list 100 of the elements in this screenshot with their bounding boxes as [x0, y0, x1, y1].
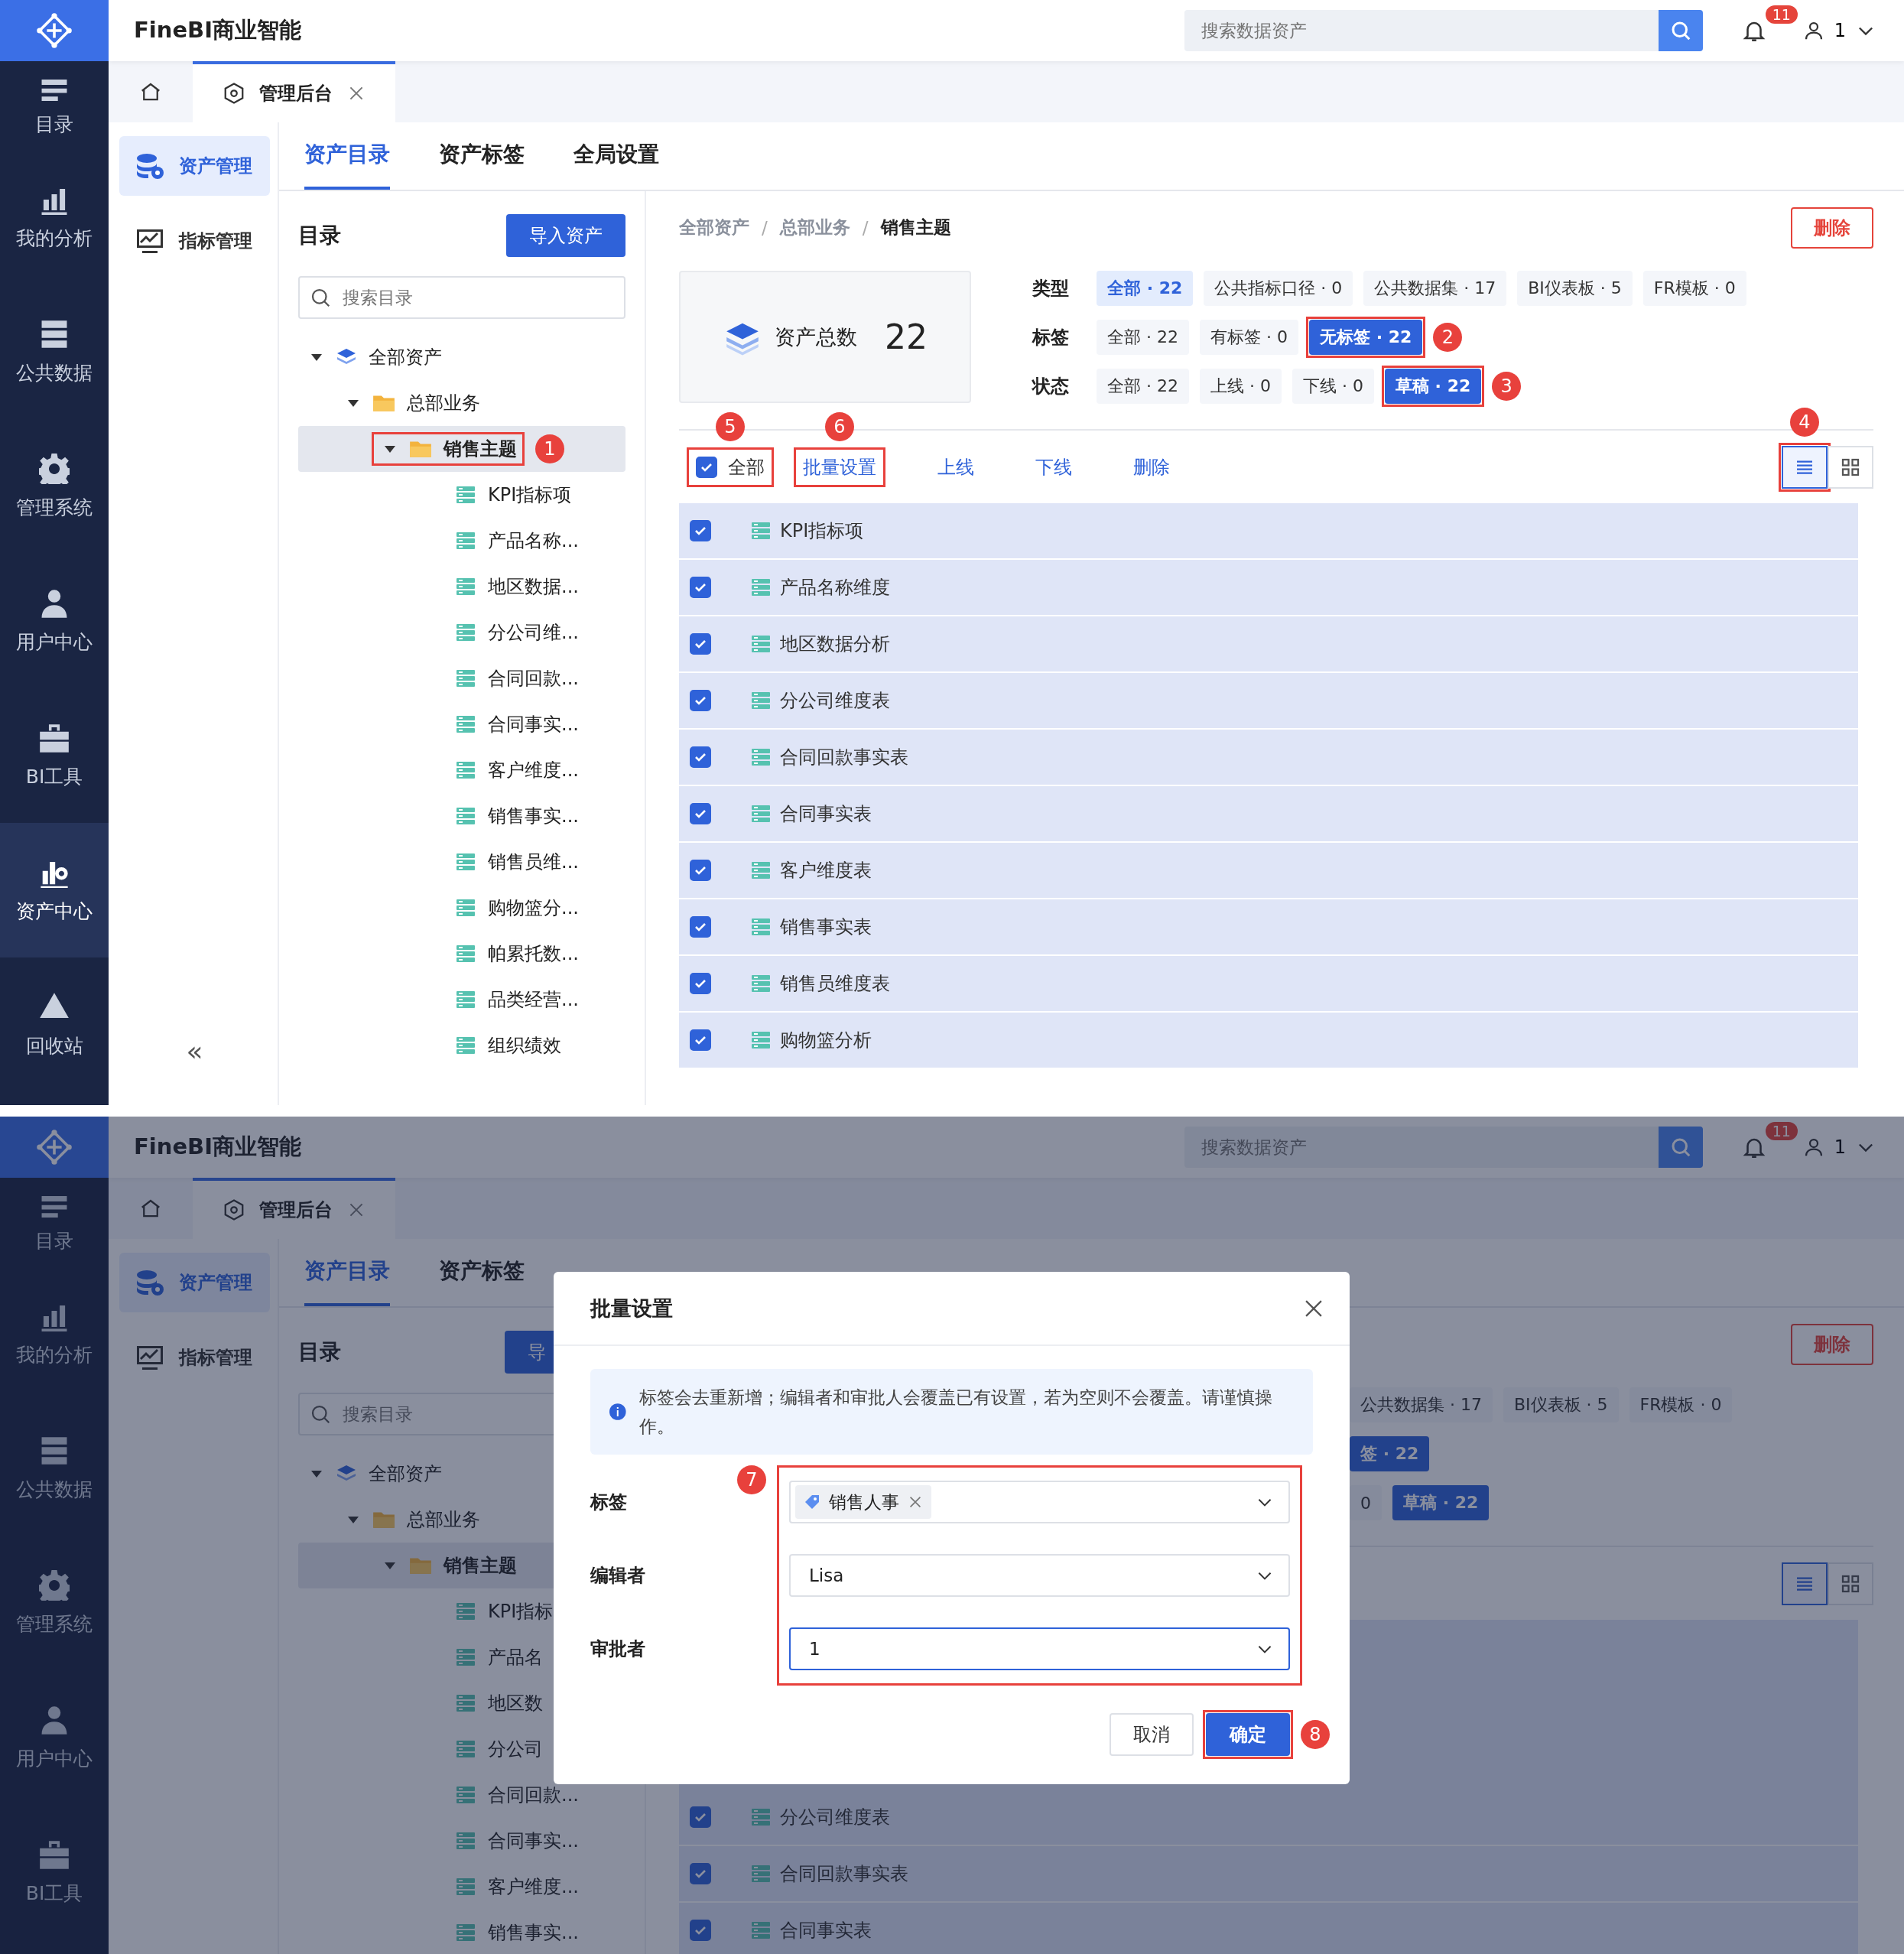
- filter-chip[interactable]: 全部 · 22: [1097, 271, 1194, 306]
- tree-item[interactable]: 品类经营...: [298, 977, 625, 1023]
- select-all-checkbox[interactable]: 全部: [690, 450, 771, 484]
- tree-item[interactable]: 产品名称...: [298, 518, 625, 564]
- page-tab[interactable]: 管理后台: [193, 61, 395, 122]
- checkbox[interactable]: [690, 690, 711, 711]
- list-view-button[interactable]: [1782, 1562, 1828, 1605]
- asset-row[interactable]: 合同事实表: [679, 1903, 1858, 1954]
- tree-item[interactable]: 合同事实...: [298, 1818, 625, 1864]
- nav-item[interactable]: 公共数据: [0, 284, 109, 419]
- search-field[interactable]: 搜索数据资产: [1184, 10, 1659, 51]
- action-link[interactable]: 下线: [1029, 450, 1078, 484]
- nav-item[interactable]: 我的分析: [0, 150, 109, 284]
- asset-row[interactable]: 地区数据分析: [679, 616, 1858, 673]
- checkbox[interactable]: [690, 1029, 711, 1051]
- nav-item[interactable]: 公共数据: [0, 1401, 109, 1536]
- search-field[interactable]: 搜索数据资产: [1184, 1127, 1659, 1168]
- asset-row[interactable]: KPI指标项: [679, 503, 1858, 560]
- nav-item[interactable]: 用户中心: [0, 1670, 109, 1805]
- confirm-button[interactable]: 确定: [1206, 1713, 1290, 1756]
- section-tab[interactable]: 资产标签: [439, 122, 525, 190]
- asset-row[interactable]: 销售员维度表: [679, 956, 1858, 1013]
- tree-item[interactable]: KPI指标项: [298, 472, 625, 518]
- asset-row[interactable]: 购物篮分析: [679, 1013, 1858, 1069]
- nav-item[interactable]: 用户中心: [0, 554, 109, 688]
- logo-icon[interactable]: [36, 12, 73, 49]
- asset-row[interactable]: 合同回款事实表: [679, 730, 1858, 786]
- filter-chip[interactable]: 下线 · 0: [1292, 369, 1374, 404]
- filter-chip[interactable]: BI仪表板 · 5: [1517, 271, 1633, 306]
- user-menu[interactable]: 1: [1797, 1135, 1881, 1159]
- side-menu-item[interactable]: 指标管理: [119, 211, 270, 271]
- filter-chip[interactable]: 公共指标口径 · 0: [1204, 271, 1353, 306]
- tree-item[interactable]: 销售事实...: [298, 1910, 625, 1954]
- nav-item[interactable]: 管理系统: [0, 419, 109, 554]
- filter-chip[interactable]: 全部 · 22: [1097, 369, 1189, 404]
- section-tab[interactable]: 全局设置: [573, 122, 659, 190]
- nav-item[interactable]: 我的分析: [0, 1266, 109, 1401]
- checkbox[interactable]: [690, 973, 711, 994]
- filter-chip[interactable]: 上线 · 0: [1200, 369, 1282, 404]
- filter-chip[interactable]: 全部 · 22: [1097, 320, 1189, 355]
- filter-chip[interactable]: BI仪表板 · 5: [1503, 1387, 1619, 1422]
- filter-chip[interactable]: 公共数据集 · 17: [1363, 271, 1507, 306]
- tree-item[interactable]: 销售员维...: [298, 839, 625, 885]
- tree-item[interactable]: 客户维度...: [298, 747, 625, 793]
- collapse-button[interactable]: «: [186, 1036, 203, 1067]
- asset-row[interactable]: 合同事实表: [679, 786, 1858, 843]
- filter-chip[interactable]: 公共数据集 · 17: [1350, 1387, 1493, 1422]
- tree-item[interactable]: 分公司: [298, 1726, 625, 1772]
- asset-row[interactable]: 销售事实表: [679, 899, 1858, 956]
- checkbox[interactable]: [690, 1806, 711, 1828]
- action-link[interactable]: 上线: [931, 450, 980, 484]
- checkbox[interactable]: [690, 916, 711, 938]
- select-field[interactable]: Lisa: [789, 1554, 1290, 1597]
- checkbox[interactable]: [690, 803, 711, 824]
- checkbox[interactable]: [690, 1920, 711, 1941]
- checkbox[interactable]: [690, 860, 711, 881]
- tree-item[interactable]: 销售事实...: [298, 793, 625, 839]
- checkbox[interactable]: [690, 1863, 711, 1884]
- action-link[interactable]: 删除: [1127, 450, 1176, 484]
- tree-item[interactable]: 组织绩效: [298, 1023, 625, 1068]
- tree-item[interactable]: 合同事实...: [298, 701, 625, 747]
- tree-item[interactable]: 帕累托数...: [298, 931, 625, 977]
- search-field[interactable]: 搜索目录: [298, 276, 625, 319]
- tree-item[interactable]: 地区数据...: [298, 564, 625, 610]
- tree-item[interactable]: KPI指标: [298, 1588, 625, 1634]
- grid-view-button[interactable]: [1828, 1562, 1873, 1605]
- checkbox[interactable]: [690, 520, 711, 541]
- asset-row[interactable]: 分公司维度表: [679, 673, 1858, 730]
- cancel-button[interactable]: 取消: [1110, 1713, 1194, 1756]
- checkbox[interactable]: [690, 577, 711, 598]
- section-tab[interactable]: 资产目录: [304, 122, 390, 190]
- asset-row[interactable]: 分公司维度表: [679, 1790, 1858, 1846]
- tree-item[interactable]: 总部业务: [298, 380, 625, 426]
- asset-row[interactable]: 合同回款事实表: [679, 1846, 1858, 1903]
- tree-item[interactable]: 合同回款...: [298, 1772, 625, 1818]
- tree-item[interactable]: 地区数: [298, 1680, 625, 1726]
- nav-item[interactable]: 资产中心: [0, 823, 109, 957]
- side-menu-item[interactable]: 指标管理: [119, 1328, 270, 1387]
- page-tab[interactable]: 管理后台: [193, 1178, 395, 1239]
- logo-icon[interactable]: [36, 1129, 73, 1166]
- tree-item[interactable]: 全部资产: [298, 334, 625, 380]
- tree-item[interactable]: 销售主题 1: [298, 426, 625, 472]
- tree-item[interactable]: 购物篮分...: [298, 885, 625, 931]
- checkbox[interactable]: [690, 746, 711, 768]
- tag-select[interactable]: 销售人事: [789, 1481, 1290, 1523]
- checkbox[interactable]: [690, 633, 711, 655]
- user-menu[interactable]: 1: [1797, 18, 1881, 43]
- side-menu-item[interactable]: 资产管理: [119, 136, 270, 196]
- filter-chip[interactable]: FR模板 · 0: [1629, 1387, 1733, 1422]
- search-button[interactable]: [1658, 10, 1703, 51]
- tree-item[interactable]: 合同回款...: [298, 655, 625, 701]
- filter-chip[interactable]: 无标签 · 22: [1308, 320, 1423, 355]
- tag-chip[interactable]: 销售人事: [795, 1485, 931, 1519]
- import-button[interactable]: 导入资产: [506, 214, 625, 257]
- filter-chip[interactable]: 有标签 · 0: [1200, 320, 1298, 355]
- nav-item[interactable]: 目录: [0, 61, 109, 150]
- delete-button[interactable]: 删除: [1791, 206, 1873, 249]
- grid-view-button[interactable]: [1828, 445, 1873, 489]
- asset-row[interactable]: 产品名称维度: [679, 560, 1858, 616]
- nav-item[interactable]: BI工具: [0, 1805, 109, 1939]
